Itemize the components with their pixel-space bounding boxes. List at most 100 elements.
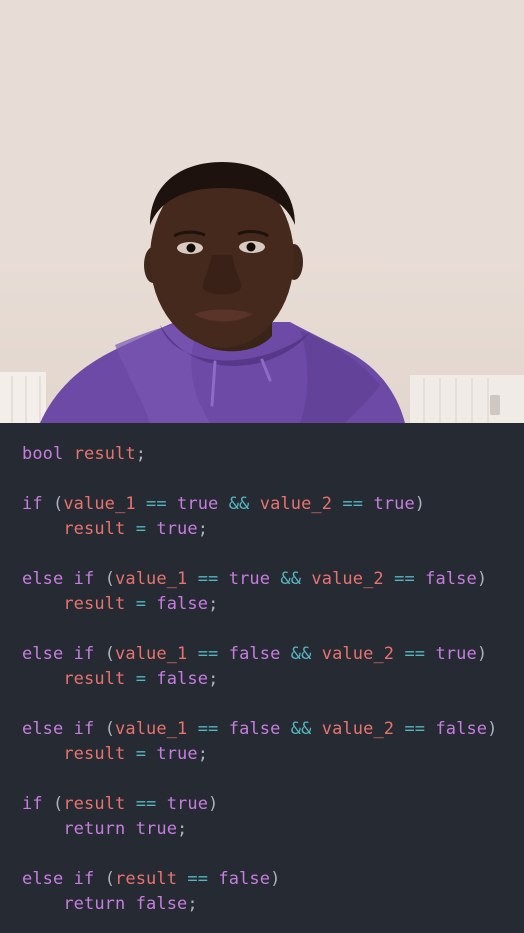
code-token: value_2	[321, 644, 395, 664]
code-token: result	[63, 519, 126, 539]
code-line: else if (value_1 == false && value_2 == …	[22, 717, 498, 742]
code-token: false	[425, 569, 477, 589]
code-token: value_1	[115, 644, 188, 664]
code-token: )	[476, 569, 488, 589]
code-token: )	[476, 644, 488, 664]
webcam-photo	[0, 0, 524, 423]
code-token: (	[94, 719, 116, 739]
code-token: )	[270, 869, 281, 889]
code-token: ;	[177, 819, 188, 839]
code-token: return	[63, 819, 126, 839]
code-token: result	[115, 869, 178, 889]
code-line: else if (value_1 == false && value_2 == …	[22, 642, 487, 667]
code-token: true	[135, 819, 178, 839]
code-line: else if (result == false)	[22, 867, 280, 892]
code-token: =	[125, 594, 157, 614]
code-line: bool result;	[22, 442, 146, 467]
code-token: ;	[187, 894, 198, 914]
code-token: ==	[187, 719, 229, 739]
code-token: result	[63, 744, 126, 764]
code-token: true	[156, 519, 198, 539]
code-token: (	[94, 569, 116, 589]
code-token: true	[156, 744, 198, 764]
code-token: else if	[22, 569, 95, 589]
code-token: else if	[22, 869, 95, 889]
code-token: false	[218, 869, 271, 889]
code-token: false	[135, 894, 188, 914]
code-token: value_2	[311, 569, 384, 589]
code-token: true	[435, 644, 477, 664]
code-token: =	[125, 669, 157, 689]
code-token: ==	[187, 569, 229, 589]
code-token: )	[208, 794, 219, 814]
code-token: ==	[332, 494, 374, 514]
code-token: ==	[187, 644, 229, 664]
code-token: &&	[280, 644, 322, 664]
person-illustration	[0, 162, 524, 423]
code-token: value_1	[115, 719, 188, 739]
code-token: )	[487, 719, 498, 739]
code-token: false	[228, 644, 281, 664]
code-line: else if (value_1 == true && value_2 == f…	[22, 567, 487, 592]
code-token: ==	[177, 869, 219, 889]
code-token: value_1	[63, 494, 136, 514]
code-token: else if	[22, 644, 95, 664]
code-token: false	[156, 594, 209, 614]
code-token: &&	[218, 494, 260, 514]
code-panel: bool result; if (value_1 == true && value…	[0, 423, 524, 933]
code-token: value_2	[259, 494, 333, 514]
code-line: result = true;	[22, 742, 208, 767]
code-token: )	[414, 494, 426, 514]
code-token: else if	[22, 719, 95, 739]
code-token: false	[435, 719, 488, 739]
radiator-right	[410, 375, 524, 423]
code-line: return false;	[22, 892, 198, 917]
code-token: (	[94, 869, 116, 889]
code-token: ==	[394, 719, 436, 739]
code-token: result	[73, 444, 136, 464]
code-token: &&	[280, 719, 322, 739]
code-token: (	[94, 644, 116, 664]
code-token: false	[228, 719, 281, 739]
code-token: true	[373, 494, 415, 514]
code-token: ==	[394, 644, 436, 664]
code-token: (	[42, 494, 64, 514]
code-token: ;	[208, 669, 219, 689]
code-token: result	[63, 594, 126, 614]
code-token: value_2	[321, 719, 395, 739]
code-token: return	[63, 894, 126, 914]
code-token: if	[22, 794, 43, 814]
code-token: false	[156, 669, 209, 689]
code-token: result	[63, 794, 126, 814]
code-token: =	[125, 519, 157, 539]
code-token: if	[22, 494, 43, 514]
code-token: ==	[135, 494, 178, 514]
code-token: &&	[270, 569, 312, 589]
code-line: result = false;	[22, 667, 218, 692]
code-token: ;	[135, 444, 147, 464]
code-line: result = true;	[22, 517, 208, 542]
code-token: ;	[197, 744, 209, 764]
code-line: result = false;	[22, 592, 218, 617]
code-token: bool	[22, 444, 64, 464]
code-token: result	[63, 669, 126, 689]
code-line: if (result == true)	[22, 792, 218, 817]
code-token: ==	[125, 794, 167, 814]
code-token: value_1	[115, 569, 188, 589]
code-token: true	[177, 494, 219, 514]
code-token: true	[228, 569, 271, 589]
code-token: ==	[383, 569, 426, 589]
code-token: ;	[208, 594, 219, 614]
code-token: true	[166, 794, 209, 814]
code-token: =	[125, 744, 157, 764]
code-line: if (value_1 == true && value_2 == true)	[22, 492, 425, 517]
